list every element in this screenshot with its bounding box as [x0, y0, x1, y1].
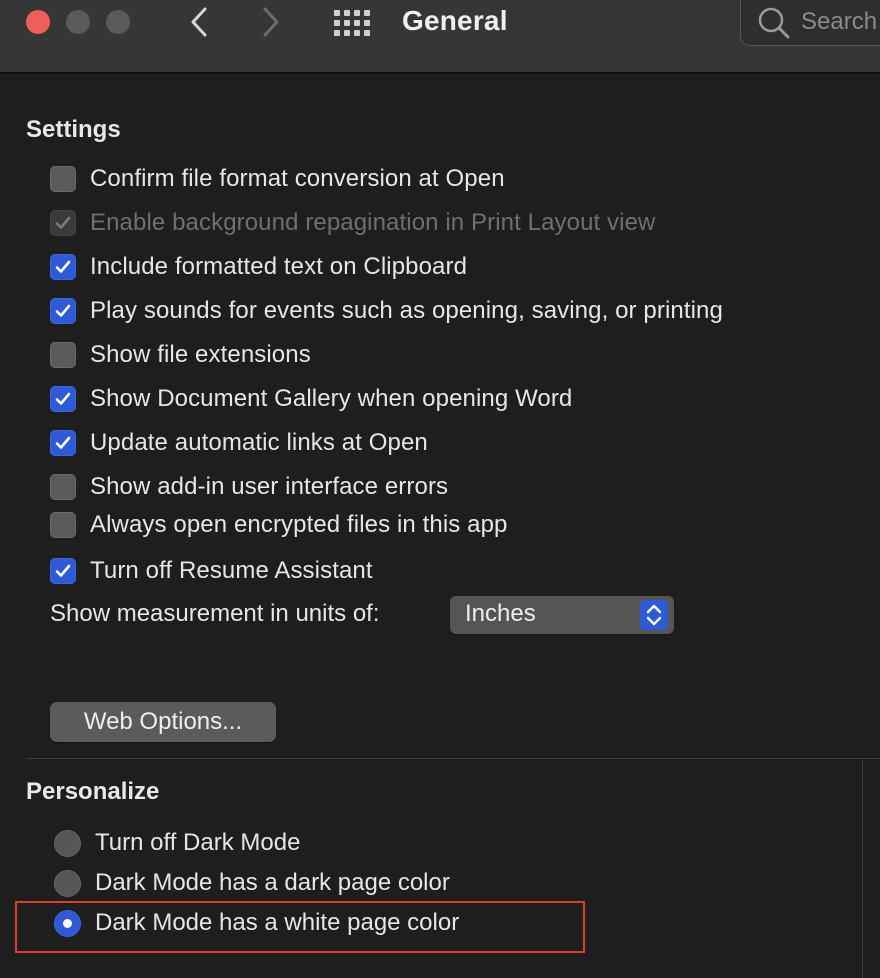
- checkbox-row-show-document-gallery[interactable]: Show Document Gallery when opening Word: [50, 384, 572, 414]
- preferences-window: General Settings Confirm file format con…: [0, 0, 880, 978]
- window-title: General: [402, 5, 508, 36]
- title-bar: General: [0, 0, 880, 74]
- radio-row-turn-off-dark-mode[interactable]: Turn off Dark Mode: [54, 828, 300, 858]
- show-all-button[interactable]: [334, 8, 372, 38]
- checkbox-label: Show file extensions: [90, 341, 311, 368]
- checkbox-label: Show Document Gallery when opening Word: [90, 385, 573, 412]
- radio-turn-off-dark-mode[interactable]: [54, 829, 81, 857]
- minimize-button[interactable]: [66, 10, 90, 34]
- checkbox-show-document-gallery[interactable]: [50, 386, 76, 412]
- checkbox-row-formatted-text-clipboard[interactable]: Include formatted text on Clipboard: [50, 252, 467, 282]
- units-select[interactable]: Inches: [450, 596, 674, 634]
- checkmark-icon: [55, 260, 71, 273]
- chevron-left-icon: [191, 7, 207, 37]
- radio-dark-page-color[interactable]: [54, 869, 81, 897]
- checkbox-confirm-format-conversion[interactable]: [50, 166, 76, 192]
- checkbox-row-show-file-extensions[interactable]: Show file extensions: [50, 340, 311, 370]
- checkmark-icon: [55, 436, 71, 449]
- checkbox-row-open-encrypted-files[interactable]: Always open encrypted files in this app: [50, 510, 507, 540]
- checkbox-label: Enable background repagination in Print …: [90, 209, 656, 236]
- radio-label: Dark Mode has a white page color: [95, 909, 460, 936]
- web-options-button[interactable]: Web Options...: [50, 702, 276, 742]
- checkbox-row-show-addin-errors[interactable]: Show add-in user interface errors: [50, 472, 448, 502]
- personalize-heading: Personalize: [26, 778, 160, 805]
- checkbox-label: Include formatted text on Clipboard: [90, 253, 468, 280]
- chevron-right-icon: [263, 7, 279, 37]
- radio-label: Turn off Dark Mode: [95, 829, 301, 856]
- checkbox-label: Play sounds for events such as opening, …: [90, 297, 723, 324]
- checkbox-row-update-automatic-links[interactable]: Update automatic links at Open: [50, 428, 428, 458]
- units-stepper[interactable]: [640, 600, 668, 630]
- checkbox-row-play-sounds[interactable]: Play sounds for events such as opening, …: [50, 296, 723, 326]
- checkbox-show-addin-errors[interactable]: [50, 474, 76, 500]
- checkmark-icon: [55, 392, 71, 405]
- checkbox-label: Update automatic links at Open: [90, 429, 428, 456]
- checkbox-row-background-repagination: Enable background repagination in Print …: [50, 208, 655, 238]
- checkbox-row-turn-off-resume-assistant[interactable]: Turn off Resume Assistant: [50, 556, 373, 586]
- right-edge-divider: [862, 760, 863, 978]
- search-icon: [758, 7, 790, 39]
- checkmark-icon: [55, 304, 71, 317]
- up-down-chevron-icon: [646, 604, 662, 626]
- checkmark-icon: [55, 216, 71, 229]
- search-field[interactable]: [740, 0, 880, 46]
- maximize-button[interactable]: [106, 10, 130, 34]
- checkbox-label: Turn off Resume Assistant: [90, 557, 373, 584]
- units-label: Show measurement in units of:: [50, 600, 380, 627]
- checkbox-play-sounds[interactable]: [50, 298, 76, 324]
- checkbox-formatted-text-clipboard[interactable]: [50, 254, 76, 280]
- checkbox-label: Confirm file format conversion at Open: [90, 165, 505, 192]
- settings-heading: Settings: [26, 116, 121, 143]
- checkbox-turn-off-resume-assistant[interactable]: [50, 558, 76, 584]
- radio-label: Dark Mode has a dark page color: [95, 869, 450, 896]
- units-select-value: Inches: [465, 600, 536, 627]
- back-button[interactable]: [184, 6, 214, 38]
- checkbox-update-automatic-links[interactable]: [50, 430, 76, 456]
- checkbox-label: Show add-in user interface errors: [90, 473, 449, 500]
- section-divider: [26, 758, 880, 759]
- checkbox-open-encrypted-files[interactable]: [50, 512, 76, 538]
- radio-white-page-color[interactable]: [54, 909, 81, 937]
- checkbox-row-confirm-format-conversion[interactable]: Confirm file format conversion at Open: [50, 164, 505, 194]
- radio-row-white-page-color[interactable]: Dark Mode has a white page color: [54, 908, 459, 938]
- checkbox-label: Always open encrypted files in this app: [90, 511, 508, 538]
- search-input[interactable]: [801, 6, 880, 38]
- checkbox-show-file-extensions[interactable]: [50, 342, 76, 368]
- forward-button[interactable]: [256, 6, 286, 38]
- checkmark-icon: [55, 564, 71, 577]
- checkbox-background-repagination: [50, 210, 76, 236]
- close-button[interactable]: [26, 10, 50, 34]
- radio-row-dark-page-color[interactable]: Dark Mode has a dark page color: [54, 868, 450, 898]
